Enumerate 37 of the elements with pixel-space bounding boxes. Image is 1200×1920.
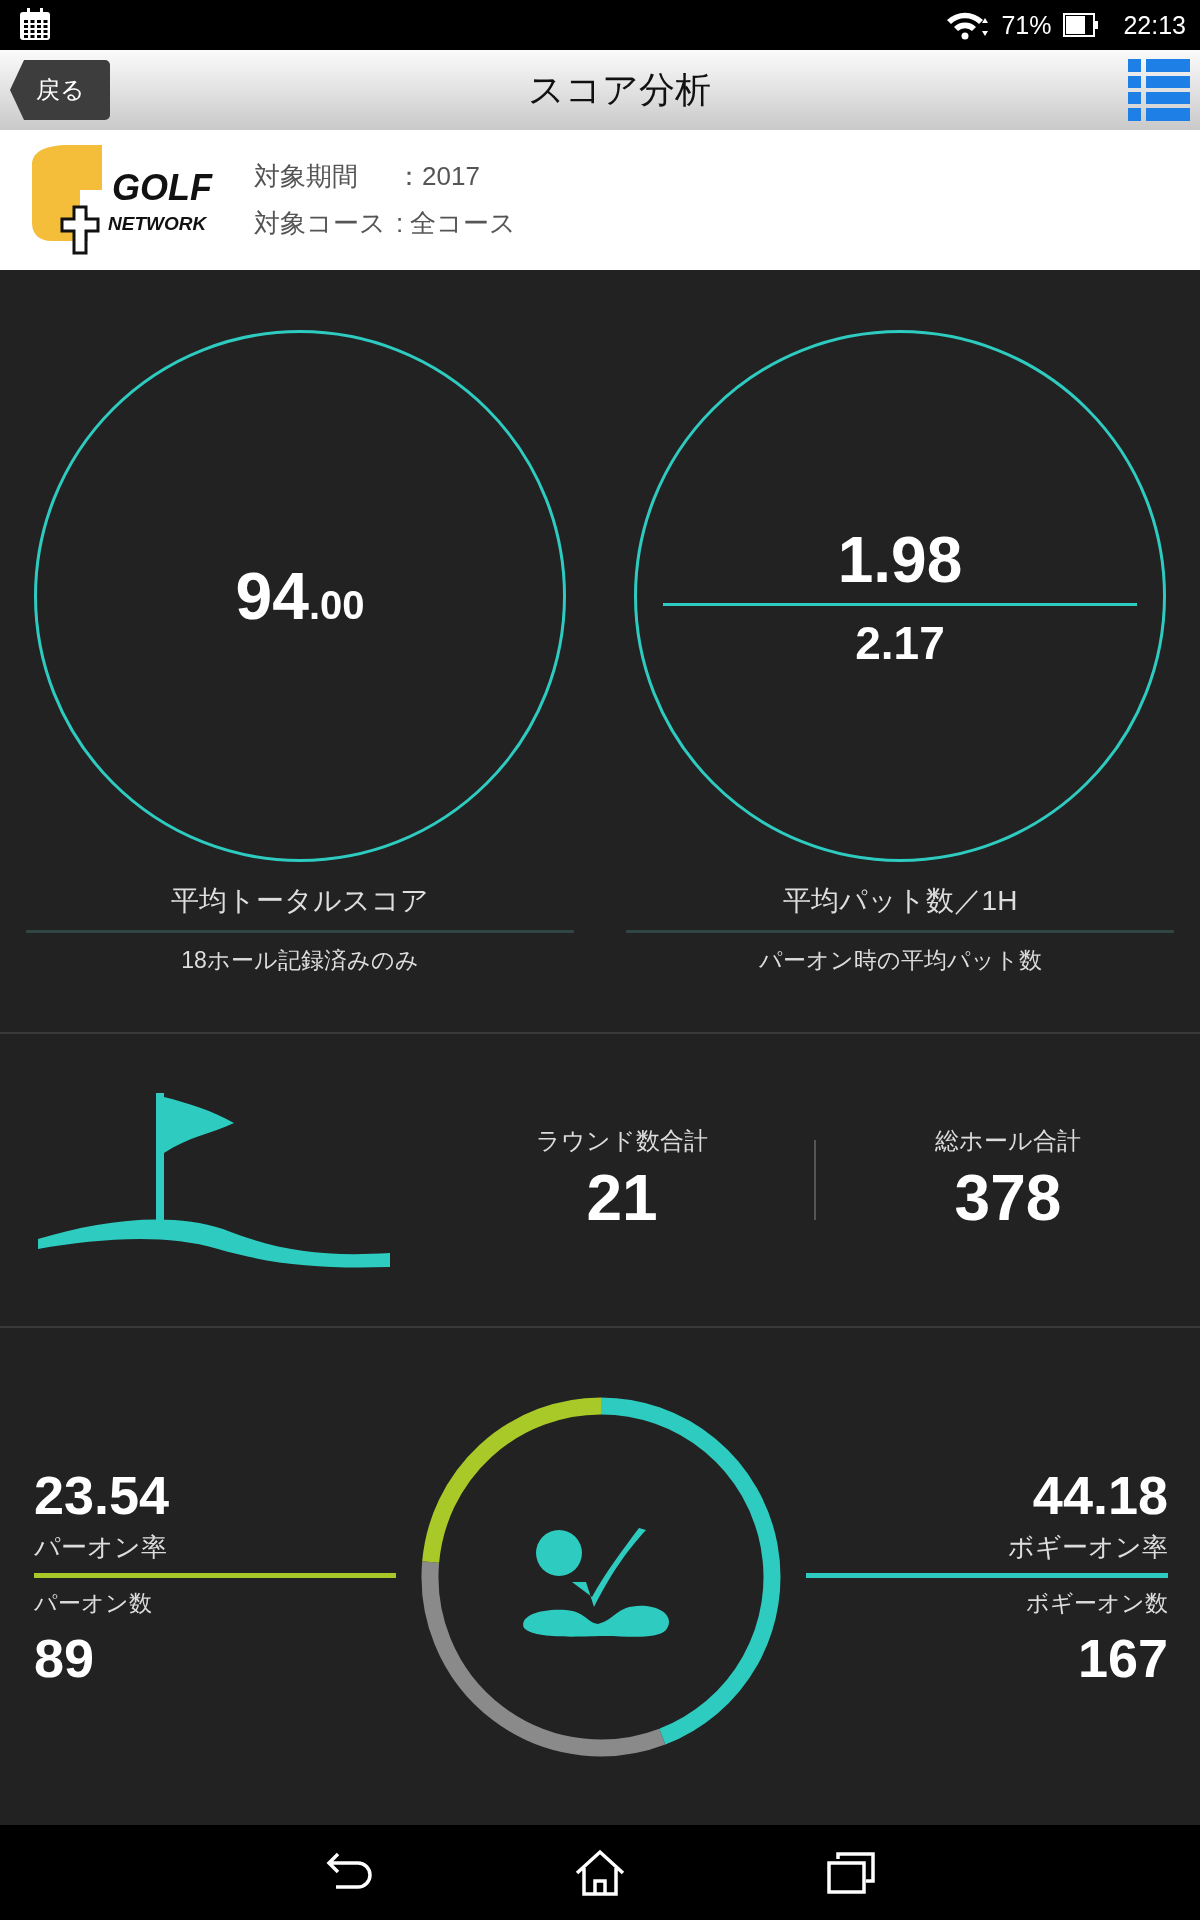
info-value: : 全コース — [396, 207, 517, 240]
par-on-putts: 2.17 — [855, 615, 945, 670]
info-value: ：2017 — [396, 160, 481, 193]
count-value: 89 — [34, 1627, 95, 1689]
golf-flag-icon — [38, 1092, 390, 1268]
total-label: 総ホール合計 — [935, 1126, 1081, 1156]
stat-title: 平均トータルスコア — [171, 884, 429, 918]
rate-label: パーオン率 — [34, 1531, 167, 1564]
rate-label: ボギーオン率 — [1008, 1531, 1168, 1564]
total-value: 378 — [954, 1161, 1062, 1235]
count-value: 167 — [1077, 1627, 1168, 1689]
battery-icon — [1063, 13, 1100, 37]
total-label: ラウンド数合計 — [536, 1126, 708, 1156]
back-button[interactable]: 戻る — [10, 60, 110, 120]
calendar-icon — [18, 8, 52, 42]
logo-text: NETWORK — [108, 213, 207, 235]
count-label: パーオン数 — [34, 1589, 152, 1618]
stat-note: 18ホール記録済みのみ — [181, 946, 419, 975]
info-label: 対象期間 — [254, 160, 359, 193]
wifi-icon — [945, 10, 990, 40]
rate-value: 23.54 — [34, 1464, 170, 1526]
stat-title: 平均パット数／1H — [782, 884, 1018, 918]
count-label: ボギーオン数 — [1026, 1589, 1168, 1618]
home-icon[interactable] — [574, 1848, 626, 1897]
rate-value: 44.18 — [1032, 1464, 1168, 1526]
info-label: 対象コース — [254, 207, 387, 240]
average-putts: 1.98 — [837, 522, 963, 598]
stat-note: パーオン時の平均パット数 — [758, 946, 1042, 975]
screen-title: スコア分析 — [527, 68, 711, 110]
golf-ball-check-icon — [523, 1527, 670, 1637]
menu-icon[interactable] — [1128, 59, 1190, 121]
average-score: 94.00 — [235, 558, 365, 634]
recent-apps-icon[interactable] — [826, 1850, 876, 1895]
clock-time: 22:13 — [1123, 10, 1186, 40]
total-value: 21 — [586, 1161, 658, 1235]
battery-percent: 71% — [1001, 10, 1052, 40]
logo-text: GOLF — [112, 167, 212, 209]
